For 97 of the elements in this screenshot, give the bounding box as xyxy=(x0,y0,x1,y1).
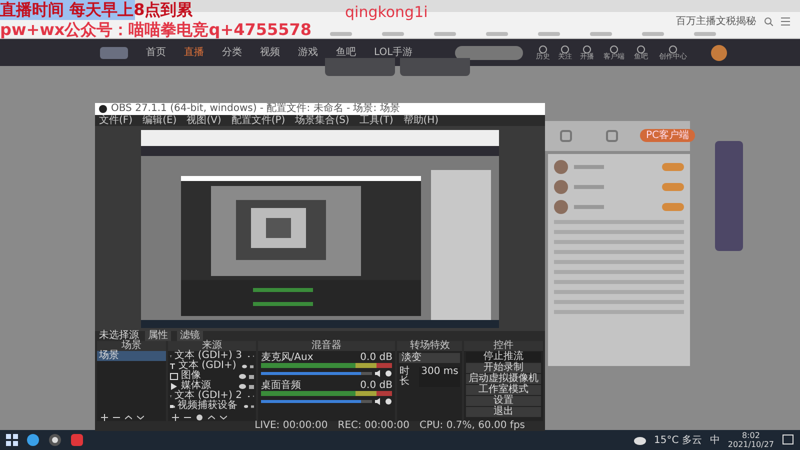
control-button[interactable]: 启动虚拟摄像机 xyxy=(466,374,541,384)
properties-button[interactable]: 属性 xyxy=(145,331,171,341)
menu-item[interactable]: 场景集合(S) xyxy=(295,115,350,126)
status-text: REC: 00:00:00 xyxy=(338,421,410,431)
clock-date: 2021/10/27 xyxy=(728,440,774,449)
nav-link[interactable]: 游戏 xyxy=(298,45,318,60)
properties-button[interactable]: 滤镜 xyxy=(177,331,203,341)
header-icon[interactable] xyxy=(538,44,547,54)
dock-title: 来源 xyxy=(168,341,256,351)
add-icon[interactable] xyxy=(172,414,179,421)
menu-item[interactable]: 工具(T) xyxy=(359,115,394,126)
control-button[interactable]: 退出 xyxy=(466,407,541,417)
source-item[interactable]: 媒体源 xyxy=(180,381,211,391)
nav-link[interactable]: 鱼吧 xyxy=(336,45,356,60)
search-icon[interactable] xyxy=(764,16,773,26)
browser-icon[interactable] xyxy=(26,433,40,447)
obs-logo-icon xyxy=(99,105,107,113)
dock-title: 混音器 xyxy=(258,341,396,351)
channel-reading: 0.0 dB xyxy=(360,381,392,391)
channel-name: 桌面音频 xyxy=(260,381,301,391)
settings-icon[interactable] xyxy=(196,414,203,421)
dock-title: 转场特效 xyxy=(397,341,462,351)
rank-badge xyxy=(662,203,684,211)
settings-icon[interactable] xyxy=(385,370,392,377)
duration-field[interactable]: 300 ms xyxy=(419,367,460,387)
play-icon xyxy=(170,382,178,390)
source-item[interactable]: 图像 xyxy=(180,371,201,381)
add-icon[interactable] xyxy=(101,414,108,421)
app-icon[interactable] xyxy=(70,433,84,447)
weather-text: 15°C 多云 xyxy=(654,434,702,448)
user-avatar xyxy=(554,160,568,174)
menu-item[interactable]: 文件(F) xyxy=(99,115,133,126)
header-icon[interactable] xyxy=(560,44,569,54)
user-avatar xyxy=(554,180,568,194)
settings-icon[interactable] xyxy=(385,398,392,405)
channel-reading: 0.0 dB xyxy=(360,353,392,363)
control-button[interactable]: 设置 xyxy=(466,396,541,406)
control-button[interactable]: 停止推流 xyxy=(466,352,541,362)
avatar[interactable] xyxy=(710,44,727,60)
remove-icon[interactable] xyxy=(113,414,120,421)
channel-name: 麦克风/Aux xyxy=(260,353,314,363)
search-field[interactable] xyxy=(454,46,523,60)
notification-icon[interactable] xyxy=(782,434,794,446)
menu-item[interactable]: 配置文件(P) xyxy=(231,115,286,126)
user-name-bar xyxy=(574,185,604,189)
overlay-text: pw+wx公众号：喵喵拳电竞q+4755578 xyxy=(0,20,312,40)
up-icon[interactable] xyxy=(208,414,215,421)
source-item[interactable]: 视频捕获设备 xyxy=(178,401,238,411)
header-icon[interactable] xyxy=(609,44,618,54)
menu-item[interactable]: 帮助(H) xyxy=(403,115,439,126)
header-icon[interactable] xyxy=(668,44,677,54)
speaker-icon[interactable] xyxy=(375,398,382,405)
control-button[interactable]: 开始录制 xyxy=(466,363,541,373)
search-hint: 百万主播文税揭秘 xyxy=(676,14,756,28)
clock-time: 8:02 xyxy=(742,431,760,440)
header-icon[interactable] xyxy=(582,44,591,54)
source-item[interactable]: 文本 (GDI+) 2 xyxy=(174,391,242,401)
dock-title: 场景 xyxy=(97,341,166,351)
nav-link[interactable]: 分类 xyxy=(222,45,242,60)
status-text: CPU: 0.7%, 60.00 fps xyxy=(419,421,525,431)
source-item[interactable]: 文本 (GDI+) xyxy=(178,361,236,371)
transition-select[interactable]: 淡变 xyxy=(399,353,460,363)
nav-link[interactable]: LOL手游 xyxy=(374,45,413,60)
menu-item[interactable]: 视图(V) xyxy=(186,115,222,126)
user-name-bar xyxy=(574,205,604,209)
rank-badge xyxy=(662,163,684,171)
windows-icon[interactable] xyxy=(6,434,18,446)
down-icon[interactable] xyxy=(137,414,144,421)
dropdown-panel xyxy=(400,58,470,76)
down-icon[interactable] xyxy=(220,414,227,421)
overlay-text: 直播时间 每天早上8点到累 xyxy=(0,0,193,20)
status-text: LIVE: 00:00:00 xyxy=(254,421,328,431)
recorder-icon[interactable] xyxy=(48,433,62,447)
user-name-bar xyxy=(574,165,604,169)
menu-item[interactable]: 编辑(E) xyxy=(142,115,177,126)
source-item[interactable]: 文本 (GDI+) 3 xyxy=(174,351,242,361)
nav-link[interactable]: 视频 xyxy=(260,45,280,60)
ime-indicator[interactable]: 中 xyxy=(710,432,720,448)
user-avatar xyxy=(554,200,568,214)
header-icon[interactable] xyxy=(636,44,645,54)
up-icon[interactable] xyxy=(125,414,132,421)
remove-icon[interactable] xyxy=(184,414,191,421)
dropdown-panel xyxy=(325,58,395,76)
overlay-tag: qingkong1i xyxy=(345,1,428,24)
control-button[interactable]: 工作室模式 xyxy=(466,385,541,395)
dock-title: 控件 xyxy=(464,341,543,351)
duration-label: 时长 xyxy=(399,367,410,387)
rank-badge xyxy=(662,183,684,191)
speaker-icon[interactable] xyxy=(375,370,382,377)
cloud-icon xyxy=(634,436,646,444)
nav-link[interactable]: 直播 xyxy=(184,45,204,60)
nav-link[interactable]: 首页 xyxy=(146,45,166,60)
site-logo xyxy=(100,46,128,58)
image-source-icon xyxy=(170,372,178,380)
source-status: 未选择源 xyxy=(99,331,139,341)
scene-item[interactable]: 场景 xyxy=(97,351,166,361)
menu-icon[interactable] xyxy=(781,16,790,26)
